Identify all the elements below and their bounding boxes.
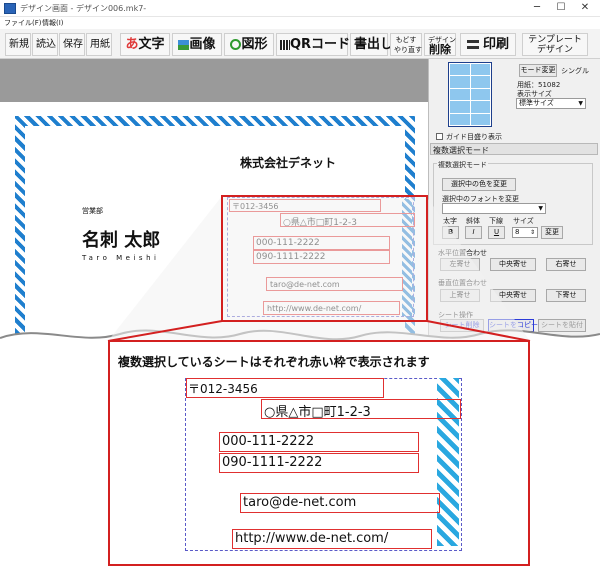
align-hcenter-button[interactable]: 中央寄せ xyxy=(490,258,536,271)
zoom-address-text: ○県△市□町1-2-3 xyxy=(264,405,371,420)
zoom-caption: 複数選択しているシートはそれぞれ赤い枠で表示されます xyxy=(118,355,430,369)
menu-info[interactable]: 情報(I) xyxy=(42,18,64,28)
app-icon xyxy=(4,3,16,14)
align-bottom-button[interactable]: 下寄せ xyxy=(546,289,586,302)
maximize-button[interactable]: ☐ xyxy=(554,2,568,14)
image-icon xyxy=(178,39,190,50)
align-left-button[interactable]: 左寄せ xyxy=(440,258,480,271)
sheet-address-box[interactable]: ○県△市□町1-2-3 xyxy=(280,213,415,228)
h-align-label: 水平位置合わせ xyxy=(438,249,487,257)
new-button[interactable]: 新規 xyxy=(5,33,31,56)
multi-select-header-text: 複数選択モード xyxy=(433,146,489,155)
sheet-email-text: taro@de-net.com xyxy=(270,280,340,289)
card-department[interactable]: 営業部 xyxy=(82,206,103,216)
chevron-down-icon: ▼ xyxy=(578,100,583,107)
printer-icon xyxy=(466,40,479,49)
qr-icon xyxy=(280,39,290,50)
zoom-phone2-box: 090-1111-2222 xyxy=(219,453,419,473)
align-top-button[interactable]: 上寄せ xyxy=(440,289,480,302)
card-company[interactable]: 株式会社デネット xyxy=(240,154,336,171)
change-color-button[interactable]: 選択中の色を変更 xyxy=(442,178,516,191)
zoom-postal-text: 〒012-3456 xyxy=(188,382,258,396)
paper-button[interactable]: 用紙 xyxy=(86,33,112,56)
window-title: デザイン画面 - デザイン006.mk7- xyxy=(20,4,147,13)
chevron-down-icon: ▼ xyxy=(538,205,543,212)
qr-button-label: QRコード xyxy=(290,37,351,52)
zoom-email-text: taro@de-net.com xyxy=(243,495,357,510)
write-button[interactable]: 書出し xyxy=(350,33,393,56)
card-romaji[interactable]: Taro Meishi xyxy=(82,254,159,262)
shape-button-label: 図形 xyxy=(241,37,268,52)
bold-label: 太字 xyxy=(443,217,457,225)
zoom-url-text: http://www.de-net.com/ xyxy=(235,531,389,546)
mode-value: シングル xyxy=(561,67,589,75)
zoom-address-box: ○県△市□町1-2-3 xyxy=(261,399,461,420)
align-vcenter-button[interactable]: 中央寄せ xyxy=(490,289,536,302)
size-value: 8 xyxy=(515,228,520,236)
size-stepper[interactable]: 8 ⇕ xyxy=(512,227,538,238)
underline-button[interactable]: U xyxy=(488,226,505,239)
size-label: サイズ xyxy=(513,217,534,225)
print-button[interactable]: 印刷 xyxy=(460,33,516,56)
underline-label: 下線 xyxy=(489,217,503,225)
undo-label: もどす xyxy=(395,36,417,44)
shape-button[interactable]: 図形 xyxy=(224,33,274,56)
menu-bar xyxy=(0,17,600,29)
menu-file[interactable]: ファイル(F) xyxy=(4,18,42,28)
delete-design-line2: 削除 xyxy=(429,43,451,56)
mode-change-button[interactable]: モード変更 xyxy=(519,64,557,77)
guide-checkbox[interactable] xyxy=(436,133,443,140)
sheet-postal-text: 〒012-3456 xyxy=(232,202,279,211)
size-change-button[interactable]: 変更 xyxy=(541,226,563,239)
zoom-postal-box: 〒012-3456 xyxy=(186,378,384,398)
zoom-phone1-text: 000-111-2222 xyxy=(222,434,315,449)
print-button-label: 印刷 xyxy=(482,37,509,52)
template-design-button[interactable]: テンプレート デザイン xyxy=(522,33,588,56)
text-glyph-icon: あ xyxy=(125,37,139,52)
sheet-url-box[interactable]: http://www.de-net.com/ xyxy=(263,301,400,315)
align-right-button[interactable]: 右寄せ xyxy=(546,258,586,271)
italic-label: 斜体 xyxy=(466,217,480,225)
image-button[interactable]: 画像 xyxy=(172,33,222,56)
sheet-address-text: ○県△市□町1-2-3 xyxy=(283,218,357,228)
sheet-phone1-box[interactable]: 000-111-2222 xyxy=(253,236,390,250)
guide-checkbox-label: ガイド目盛り表示 xyxy=(446,133,502,141)
qr-button[interactable]: QRコード xyxy=(276,33,351,56)
image-button-label: 画像 xyxy=(189,37,216,52)
zoom-email-box: taro@de-net.com xyxy=(240,493,440,513)
zoom-phone2-text: 090-1111-2222 xyxy=(222,455,323,470)
minimize-button[interactable]: ─ xyxy=(530,2,544,14)
sheet-email-box[interactable]: taro@de-net.com xyxy=(266,277,403,291)
template-line1: テンプレート xyxy=(528,35,582,45)
display-size-value: 標準サイズ xyxy=(519,99,554,107)
template-line2: デザイン xyxy=(536,45,573,55)
sheet-phone1-text: 000-111-2222 xyxy=(256,238,320,248)
text-button-label: 文字 xyxy=(138,37,165,52)
close-button[interactable]: ✕ xyxy=(578,2,592,14)
spin-icon: ⇕ xyxy=(529,229,535,236)
card-name[interactable]: 名刺 太郎 xyxy=(82,226,160,252)
save-button[interactable]: 保存 xyxy=(59,33,85,56)
sheet-postal-box[interactable]: 〒012-3456 xyxy=(229,199,381,212)
open-button[interactable]: 読込 xyxy=(32,33,58,56)
text-button[interactable]: あ文字 xyxy=(120,33,170,56)
undo-redo-button[interactable]: もどす やり直す xyxy=(390,33,422,56)
zoom-url-box: http://www.de-net.com/ xyxy=(232,529,432,549)
circle-shape-icon xyxy=(230,39,242,50)
italic-button[interactable]: I xyxy=(465,226,482,239)
font-select[interactable]: ▼ xyxy=(442,203,546,214)
sheet-phone2-box[interactable]: 090-1111-2222 xyxy=(253,250,390,264)
v-align-label: 垂直位置合わせ xyxy=(438,279,487,287)
bold-button[interactable]: B xyxy=(442,226,459,239)
zoom-phone1-box: 000-111-2222 xyxy=(219,432,419,452)
multi-select-group-title: 複数選択モード xyxy=(437,160,488,170)
delete-design-button[interactable]: デザイン 削除 xyxy=(424,33,456,56)
paper-thumbnail[interactable] xyxy=(448,62,492,127)
display-size-select[interactable]: 標準サイズ ▼ xyxy=(516,98,586,109)
sheet-url-text: http://www.de-net.com/ xyxy=(267,304,362,313)
sheet-phone2-text: 090-1111-2222 xyxy=(256,252,326,262)
redo-label: やり直す xyxy=(394,46,422,54)
